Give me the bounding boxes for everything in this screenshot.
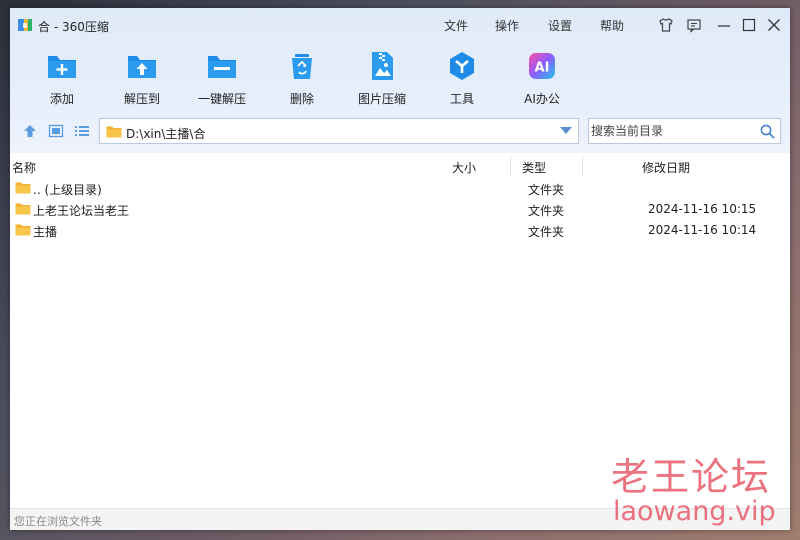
add-folder-icon <box>48 56 76 78</box>
ai-office-label: AI办公 <box>524 92 560 106</box>
path-value[interactable]: D:\xin\主播\合 <box>126 125 205 142</box>
column-size[interactable]: 大小 <box>452 159 476 176</box>
watermark: 老王论坛 laowang.vip <box>603 446 783 532</box>
watermark-en: laowang.vip <box>613 496 776 527</box>
search-input[interactable] <box>591 122 751 140</box>
extract-to-label: 解压到 <box>123 92 160 106</box>
image-compress-button[interactable]: 图片压缩 <box>346 48 418 110</box>
folder-icon <box>15 224 31 236</box>
add-button[interactable]: 添加 <box>26 48 98 110</box>
menu-operate[interactable]: 操作 <box>495 17 519 34</box>
file-type: 文件夹 <box>528 204 565 218</box>
one-click-extract-button[interactable]: 一键解压 <box>186 48 258 110</box>
tools-button[interactable]: 工具 <box>426 48 498 110</box>
column-header: 名称 大小 类型 修改日期 <box>10 156 790 176</box>
file-row[interactable]: .. (上级目录) 文件夹 <box>10 178 790 199</box>
extract-to-button[interactable]: 解压到 <box>106 48 178 110</box>
delete-button[interactable]: 删除 <box>266 48 338 110</box>
column-divider[interactable] <box>510 156 511 176</box>
window-title: 合 - 360压缩 <box>38 20 109 34</box>
chevron-down-icon[interactable] <box>560 127 572 135</box>
skin-icon[interactable] <box>658 17 674 33</box>
menu-help[interactable]: 帮助 <box>600 17 624 34</box>
file-type: 文件夹 <box>528 225 565 239</box>
recycle-bin-icon <box>292 54 312 79</box>
minimize-icon[interactable] <box>716 17 732 33</box>
menu-file[interactable]: 文件 <box>444 17 468 34</box>
file-row[interactable]: 上老王论坛当老王 文件夹 2024-11-16 10:15 <box>10 199 790 220</box>
search-box[interactable] <box>588 118 781 144</box>
column-date[interactable]: 修改日期 <box>642 159 690 176</box>
file-name: 主播 <box>33 225 58 239</box>
feedback-icon[interactable] <box>686 17 702 33</box>
folder-icon <box>106 126 122 138</box>
status-text: 您正在浏览文件夹 <box>14 515 102 528</box>
folder-icon <box>15 182 31 194</box>
file-name: 上老王论坛当老王 <box>33 204 130 218</box>
list-view-icon[interactable] <box>74 124 90 138</box>
tools-icon <box>450 52 474 80</box>
up-level-icon[interactable] <box>22 124 38 138</box>
maximize-icon[interactable] <box>741 17 757 33</box>
add-label: 添加 <box>49 92 74 106</box>
image-compress-icon <box>372 52 393 80</box>
ai-icon: AI <box>529 53 555 79</box>
file-row[interactable]: 主播 文件夹 2024-11-16 10:14 <box>10 220 790 241</box>
file-name: .. (上级目录) <box>33 183 102 197</box>
file-type: 文件夹 <box>528 183 565 197</box>
one-click-extract-label: 一键解压 <box>197 92 246 106</box>
column-divider[interactable] <box>582 156 583 176</box>
folder-icon <box>15 203 31 215</box>
title-bar: 合 - 360压缩 文件 操作 设置 帮助 <box>10 8 790 42</box>
path-bar[interactable]: D:\xin\主播\合 <box>99 118 579 144</box>
extract-folder-icon <box>128 56 156 78</box>
file-date: 2024-11-16 10:15 <box>648 202 757 216</box>
close-icon[interactable] <box>766 17 782 33</box>
one-click-extract-icon <box>208 56 236 78</box>
watermark-cn: 老王论坛 <box>611 455 772 499</box>
delete-label: 删除 <box>289 92 314 106</box>
ai-office-button[interactable]: AI AI办公 <box>506 48 578 110</box>
tools-label: 工具 <box>449 92 474 106</box>
column-name[interactable]: 名称 <box>12 159 36 176</box>
file-date: 2024-11-16 10:14 <box>648 223 757 237</box>
column-type[interactable]: 类型 <box>522 159 546 176</box>
image-compress-label: 图片压缩 <box>357 92 406 106</box>
thumbnail-view-icon[interactable] <box>48 124 64 138</box>
search-icon[interactable] <box>760 124 775 139</box>
app-logo-icon <box>18 19 32 31</box>
menu-settings[interactable]: 设置 <box>548 17 572 34</box>
ai-icon-text: AI <box>535 61 550 76</box>
